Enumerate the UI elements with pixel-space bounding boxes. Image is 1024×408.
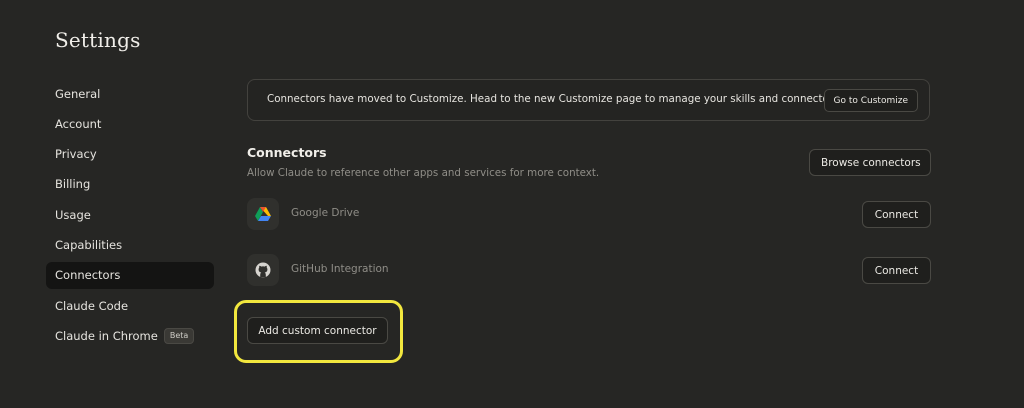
sidebar-item-privacy[interactable]: Privacy [46, 141, 214, 168]
browse-connectors-button[interactable]: Browse connectors [809, 149, 931, 176]
go-to-customize-button[interactable]: Go to Customize [823, 89, 918, 112]
sidebar-item-label: Capabilities [55, 237, 123, 252]
sidebar-item-capabilities[interactable]: Capabilities [46, 231, 214, 258]
customize-moved-banner: Connectors have moved to Customize. Head… [247, 79, 930, 121]
banner-text: Connectors have moved to Customize. Head… [267, 93, 842, 105]
settings-page: Settings General Account Privacy Billing… [0, 0, 1024, 408]
connectors-section-title: Connectors [247, 145, 327, 160]
sidebar-item-connectors[interactable]: Connectors [46, 261, 214, 289]
github-icon [247, 254, 279, 286]
page-title: Settings [55, 28, 141, 52]
sidebar-item-general[interactable]: General [46, 80, 214, 107]
sidebar-item-claude-in-chrome[interactable]: Claude in Chrome Beta [46, 322, 214, 349]
add-custom-connector-button[interactable]: Add custom connector [247, 317, 388, 344]
sidebar-item-label: Connectors [55, 268, 121, 283]
connect-github-button[interactable]: Connect [862, 257, 931, 284]
google-drive-icon [247, 198, 279, 230]
connector-name: Google Drive [291, 207, 360, 219]
connectors-section-description: Allow Claude to reference other apps and… [247, 167, 600, 179]
sidebar-item-label: Billing [55, 177, 91, 192]
sidebar-item-claude-code[interactable]: Claude Code [46, 292, 214, 319]
sidebar-item-usage[interactable]: Usage [46, 201, 214, 228]
sidebar-item-label: Privacy [55, 147, 97, 162]
beta-badge: Beta [163, 327, 195, 344]
sidebar-item-label: Claude in Chrome [55, 328, 158, 343]
sidebar-item-label: Claude Code [55, 298, 129, 313]
sidebar-item-label: Account [55, 116, 102, 131]
sidebar-item-account[interactable]: Account [46, 110, 214, 137]
sidebar-item-billing[interactable]: Billing [46, 171, 214, 198]
sidebar-item-label: Usage [55, 207, 91, 222]
connector-name: GitHub Integration [291, 263, 389, 275]
settings-sidebar: General Account Privacy Billing Usage Ca… [46, 80, 214, 353]
connect-google-drive-button[interactable]: Connect [862, 201, 931, 228]
sidebar-item-label: General [55, 86, 101, 101]
